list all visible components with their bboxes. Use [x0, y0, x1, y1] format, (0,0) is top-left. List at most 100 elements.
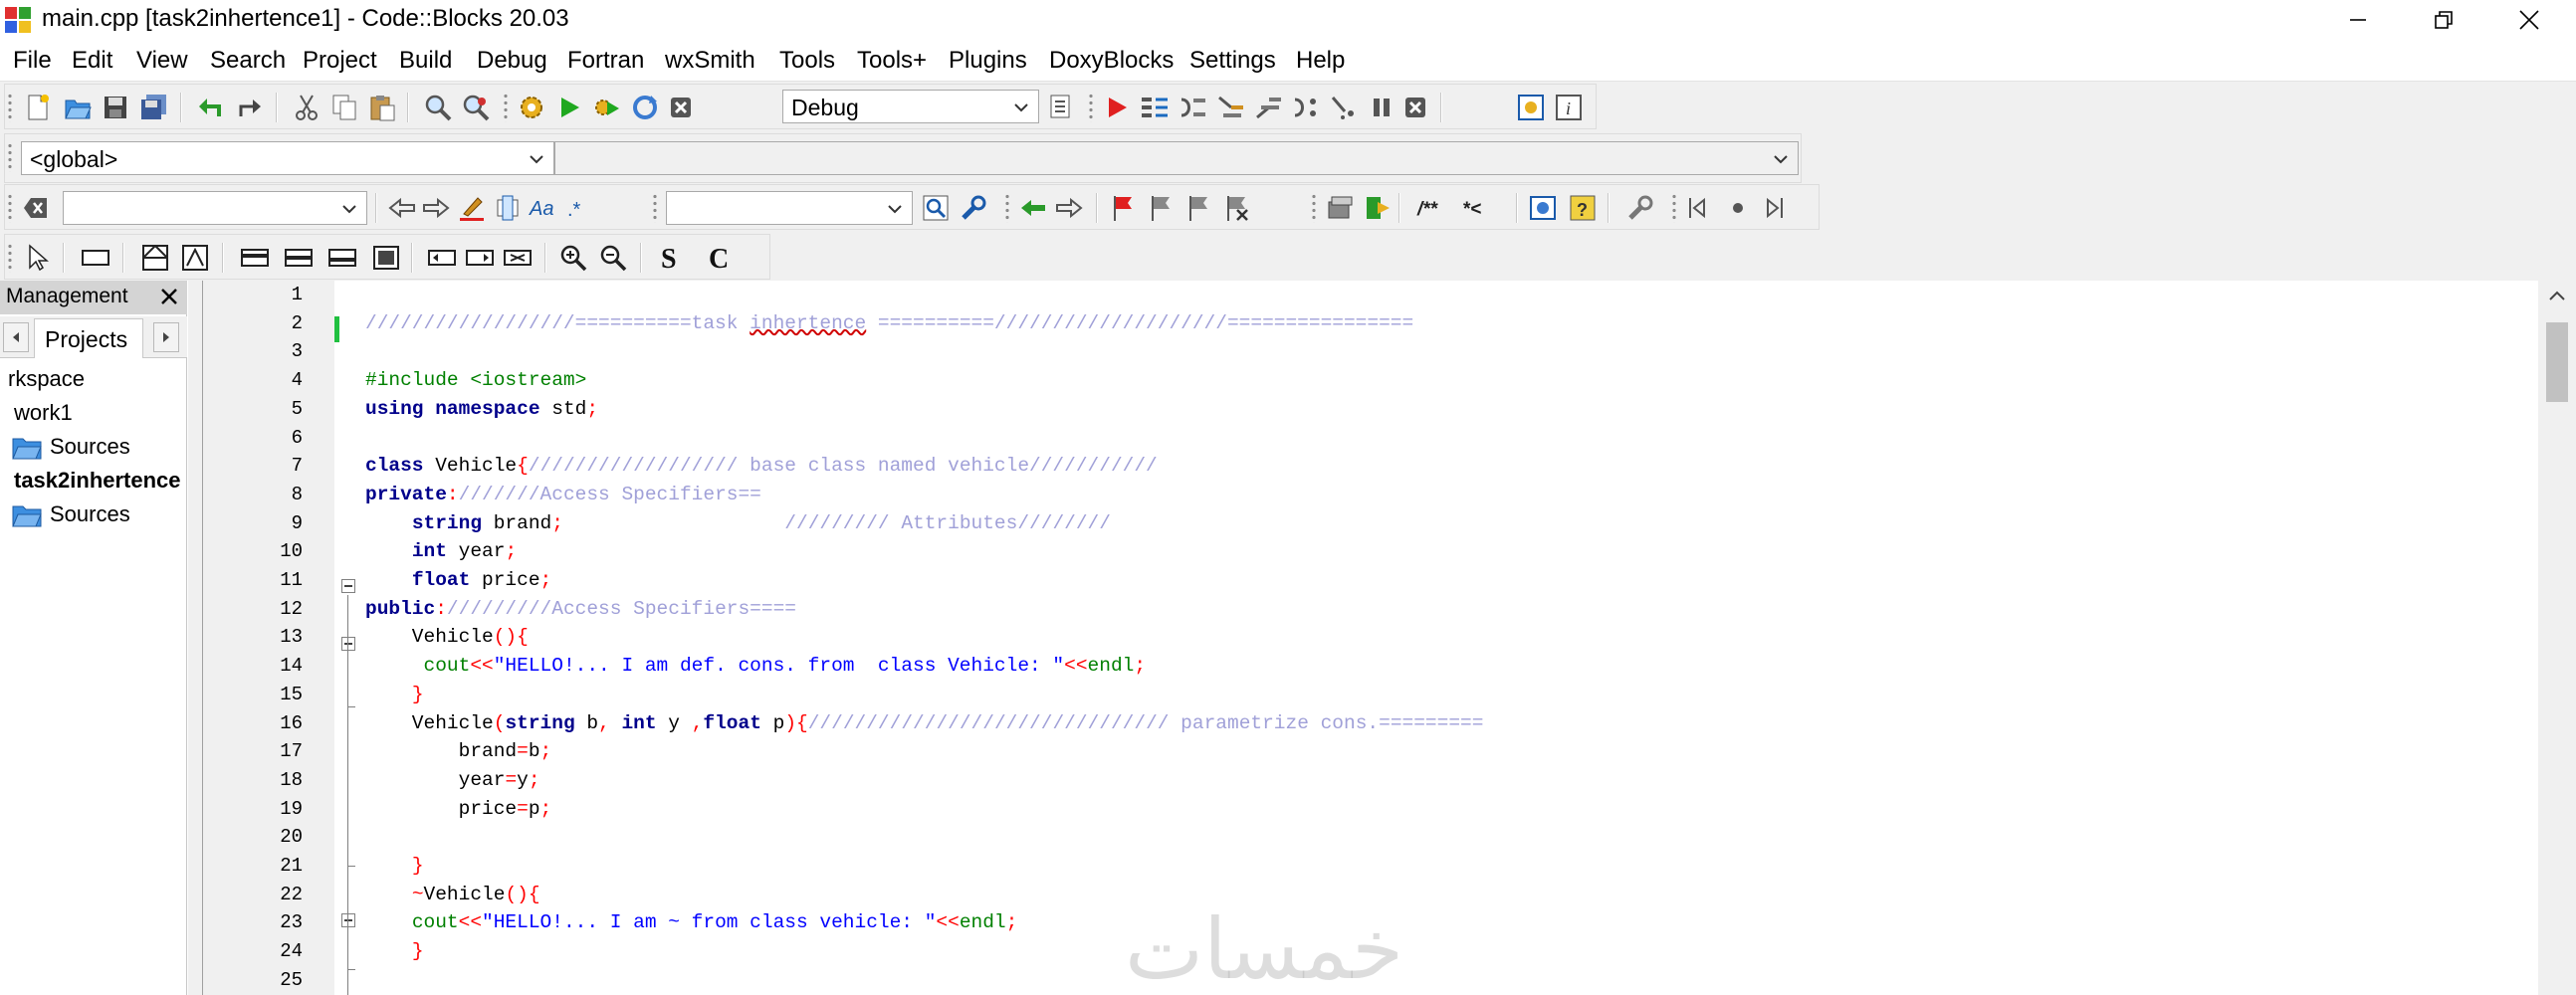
code-line[interactable]: ~Vehicle(){ [365, 881, 540, 908]
close-icon[interactable] [159, 287, 179, 306]
abort-icon[interactable] [666, 93, 696, 122]
vertical-scrollbar[interactable] [2538, 281, 2576, 995]
close-button[interactable] [2486, 0, 2572, 40]
tab-projects[interactable]: Projects [34, 318, 143, 358]
changed-line-marker-icon[interactable] [1723, 193, 1753, 223]
clear-search-icon[interactable] [21, 193, 51, 223]
find-previous-icon[interactable] [387, 193, 417, 223]
search-go-icon[interactable] [921, 193, 951, 223]
layout-expand-icon[interactable] [371, 243, 401, 273]
code-line[interactable]: //////////////////==========task inherte… [365, 309, 1413, 337]
debug-windows-icon[interactable] [1516, 93, 1546, 122]
menu-debug[interactable]: Debug [477, 47, 547, 75]
scrollbar-thumb[interactable] [2546, 322, 2568, 402]
code-line[interactable]: int year; [365, 537, 517, 565]
run-html-icon[interactable] [1528, 193, 1558, 223]
redo-icon[interactable] [234, 93, 264, 122]
menu-help[interactable]: Help [1296, 47, 1345, 75]
insert-grid-sizer-icon[interactable] [180, 243, 210, 273]
toolbar-grip[interactable] [652, 193, 658, 223]
goto-next-changed-icon[interactable] [1757, 193, 1787, 223]
zoom-out-icon[interactable] [598, 243, 628, 273]
code-line[interactable]: price=p; [365, 795, 552, 823]
clear-bookmarks-icon[interactable] [1221, 193, 1251, 223]
code-line[interactable]: class Vehicle{////////////////// base cl… [365, 452, 1158, 480]
run-to-cursor-icon[interactable] [1140, 93, 1170, 122]
run-icon[interactable] [554, 93, 584, 122]
tree-item-sources[interactable]: Sources [50, 501, 130, 527]
menu-tools-plus[interactable]: Tools+ [857, 47, 927, 75]
show-code-icon[interactable]: C [704, 243, 734, 273]
zoom-in-icon[interactable] [558, 243, 588, 273]
debug-start-icon[interactable] [1102, 93, 1132, 122]
fold-toggle[interactable] [341, 637, 355, 651]
code-line[interactable]: string brand; ///////// Attributes//////… [365, 509, 1111, 537]
code-editor[interactable]: 1 2 3 4 5 6 7 8 9 10 11 12 13 14 15 16 17 18 19 20 21 22 23 24 2… [202, 281, 2576, 995]
next-instruction-icon[interactable] [1291, 93, 1321, 122]
tree-item-project-task2inhertence[interactable]: task2inhertence [14, 468, 181, 494]
menu-fortran[interactable]: Fortran [567, 47, 644, 75]
toolbar-grip[interactable] [7, 243, 13, 273]
toolbar-grip[interactable] [503, 93, 509, 122]
menu-plugins[interactable]: Plugins [949, 47, 1027, 75]
show-target-dialog-icon[interactable] [1046, 93, 1076, 122]
rebuild-icon[interactable] [630, 93, 660, 122]
layout-center-icon[interactable] [284, 243, 314, 273]
show-source-icon[interactable]: S [656, 243, 686, 273]
code-line[interactable]: year=y; [365, 766, 540, 794]
search-input[interactable] [63, 191, 367, 225]
code-line[interactable]: } [365, 852, 424, 880]
open-file-icon[interactable] [63, 93, 93, 122]
menu-settings[interactable]: Settings [1189, 47, 1276, 75]
build-gear-icon[interactable] [517, 93, 546, 122]
function-select[interactable] [554, 141, 1799, 175]
cut-icon[interactable] [292, 93, 322, 122]
menu-wxsmith[interactable]: wxSmith [665, 47, 755, 75]
find-next-icon[interactable] [421, 193, 451, 223]
border-right-icon[interactable] [465, 243, 495, 273]
highlight-icon[interactable] [457, 193, 487, 223]
code-line[interactable]: float price; [365, 566, 551, 594]
block-comment-icon[interactable]: /** [1416, 193, 1456, 223]
code-line[interactable]: using namespace std; [365, 395, 598, 423]
new-file-icon[interactable] [23, 93, 53, 122]
find-input[interactable] [666, 191, 913, 225]
menu-search[interactable]: Search [210, 47, 286, 75]
code-line[interactable]: public://///////Access Specifiers==== [365, 595, 796, 623]
code-text-area[interactable]: //////////////////==========task inherte… [362, 281, 2540, 995]
next-bookmark-icon[interactable] [1183, 193, 1213, 223]
line-comment-icon[interactable]: *< [1462, 193, 1502, 223]
layout-top-icon[interactable] [240, 243, 270, 273]
toggle-bookmark-icon[interactable] [1108, 193, 1138, 223]
replace-icon[interactable] [461, 93, 491, 122]
toolbar-grip[interactable] [7, 93, 13, 122]
tree-item-project-work1[interactable]: work1 [14, 400, 73, 426]
stop-debugger-icon[interactable] [1400, 93, 1430, 122]
step-out-icon[interactable] [1253, 93, 1283, 122]
tree-item-sources[interactable]: Sources [50, 434, 130, 460]
code-line[interactable]: private:///////Access Specifiers== [365, 481, 761, 508]
save-all-icon[interactable] [138, 93, 168, 122]
code-line[interactable]: brand=b; [365, 737, 552, 765]
toolbar-grip[interactable] [1088, 93, 1094, 122]
step-into-icon[interactable] [1215, 93, 1245, 122]
paste-icon[interactable] [367, 93, 397, 122]
copy-icon[interactable] [329, 93, 359, 122]
code-line[interactable]: cout<<"HELLO!... I am ~ from class vehic… [365, 908, 1018, 936]
undo-icon[interactable] [196, 93, 226, 122]
code-line[interactable]: Vehicle(string b, int y ,float p){//////… [365, 709, 1484, 737]
pointer-tool-icon[interactable] [23, 243, 53, 273]
doxyblocks-wizard-icon[interactable] [1325, 193, 1355, 223]
menu-build[interactable]: Build [399, 47, 452, 75]
code-line[interactable]: cout<<"HELLO!... I am def. cons. from cl… [365, 652, 1147, 680]
menu-file[interactable]: File [13, 47, 52, 75]
toolbar-grip[interactable] [7, 193, 13, 223]
toolbar-grip[interactable] [7, 142, 13, 172]
tree-item-workspace[interactable]: rkspace [8, 366, 85, 392]
match-case-icon[interactable]: Aa [529, 193, 558, 223]
doxyblocks-extract-icon[interactable] [1363, 193, 1393, 223]
panel-splitter[interactable] [188, 281, 202, 995]
previous-bookmark-icon[interactable] [1146, 193, 1176, 223]
build-target-select[interactable]: Debug [782, 90, 1039, 123]
scope-select[interactable]: <global> [21, 141, 554, 175]
